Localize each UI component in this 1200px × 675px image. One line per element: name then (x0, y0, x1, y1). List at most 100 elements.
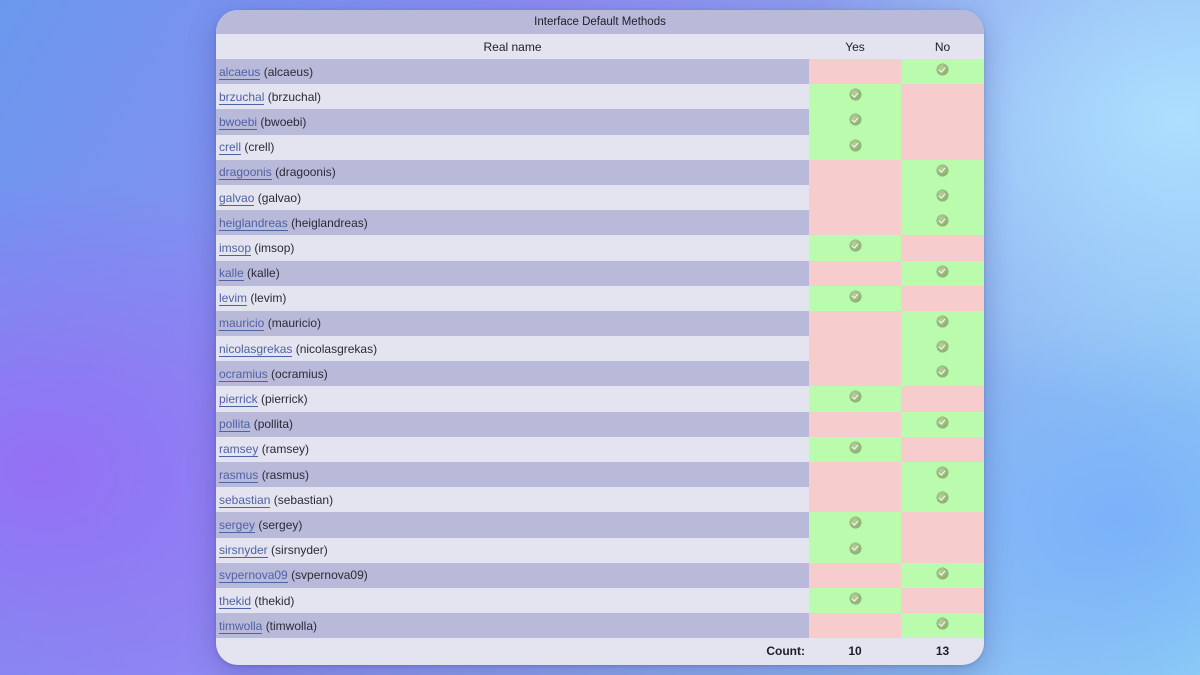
voter-realname: (brzuchal) (267, 89, 322, 104)
check-circle-icon (849, 89, 861, 101)
table-row: ocramius (ocramius) (216, 361, 984, 387)
table-row: kalle (kalle) (216, 260, 984, 286)
voter-username-link[interactable]: sebastian (219, 492, 271, 508)
table-row: thekid (thekid) (216, 587, 984, 614)
table-row: sirsnyder (sirsnyder) (216, 537, 984, 563)
column-header-no: No (901, 34, 984, 59)
voter-realname: (mauricio) (267, 316, 322, 331)
voter-username-link[interactable]: imsop (219, 240, 252, 256)
no-count: 13 (901, 638, 984, 664)
voter-cell: ocramius (ocramius) (216, 361, 809, 387)
voter-realname: (heiglandreas) (291, 215, 368, 230)
voter-cell: imsop (imsop) (216, 235, 809, 261)
vote-cell-no (901, 562, 984, 588)
voter-username-link[interactable]: kalle (219, 266, 244, 282)
vote-cell-yes (809, 587, 901, 614)
vote-cell-no (901, 487, 984, 513)
voter-realname: (sebastian) (273, 492, 334, 507)
voter-cell: svpernova09 (svpernova09) (216, 562, 809, 588)
vote-cell-yes (809, 613, 901, 639)
vote-cell-yes (809, 336, 901, 362)
vote-cell-no (901, 84, 984, 110)
check-circle-icon (849, 114, 861, 126)
voter-username-link[interactable]: brzuchal (219, 89, 265, 105)
vote-cell-yes (809, 411, 901, 437)
vote-cell-no (901, 512, 984, 538)
table-row: sergey (sergey) (216, 512, 984, 538)
vote-cell-no (901, 260, 984, 286)
check-circle-icon (849, 517, 861, 529)
vote-cell-yes (809, 235, 901, 261)
voter-realname: (kalle) (247, 266, 280, 281)
table-row: rasmus (rasmus) (216, 462, 984, 488)
voter-realname: (galvao) (257, 190, 302, 205)
check-circle-icon (937, 64, 948, 75)
voter-username-link[interactable]: sirsnyder (219, 543, 268, 559)
voter-username-link[interactable]: nicolasgrekas (219, 341, 293, 357)
check-circle-icon (937, 189, 948, 201)
voter-username-link[interactable]: mauricio (219, 316, 265, 332)
voter-username-link[interactable]: ocramius (219, 366, 268, 382)
vote-cell-no (901, 436, 984, 462)
voter-realname: (ramsey) (261, 442, 310, 457)
check-circle-icon (937, 215, 948, 227)
voter-cell: sebastian (sebastian) (216, 487, 809, 513)
check-circle-icon (849, 441, 861, 453)
table-row: levim (levim) (216, 285, 984, 311)
vote-cell-no (901, 537, 984, 563)
vote-cell-no (901, 336, 984, 362)
voter-cell: rasmus (rasmus) (216, 462, 809, 488)
voter-realname: (timwolla) (265, 618, 318, 633)
table-row: heiglandreas (heiglandreas) (216, 210, 984, 236)
check-circle-icon (937, 265, 948, 277)
vote-cell-yes (809, 386, 901, 412)
voter-username-link[interactable]: thekid (219, 593, 252, 609)
voter-realname: (thekid) (254, 593, 295, 608)
vote-cell-no (901, 235, 984, 261)
check-circle-icon (937, 164, 948, 176)
voter-username-link[interactable]: alcaeus (219, 64, 261, 80)
table-row: pollita (pollita) (216, 411, 984, 437)
voter-cell: kalle (kalle) (216, 260, 809, 286)
column-header-yes: Yes (809, 34, 901, 59)
table-row: alcaeus (alcaeus) (216, 59, 984, 85)
voter-username-link[interactable]: svpernova09 (219, 568, 288, 584)
voter-username-link[interactable]: pierrick (219, 392, 258, 408)
vote-cell-no (901, 134, 984, 160)
voter-realname: (imsop) (254, 240, 295, 255)
voter-username-link[interactable]: galvao (219, 190, 255, 206)
voter-username-link[interactable]: levim (219, 291, 248, 307)
check-circle-icon (937, 416, 948, 428)
vote-cell-no (901, 285, 984, 311)
check-circle-icon (849, 139, 861, 151)
voter-username-link[interactable]: heiglandreas (219, 215, 288, 231)
voter-username-link[interactable]: crell (219, 140, 242, 156)
voter-username-link[interactable]: pollita (219, 417, 251, 433)
check-circle-icon (937, 315, 948, 327)
voter-realname: (sergey) (258, 517, 303, 532)
poll-title: Interface Default Methods (216, 10, 984, 34)
vote-cell-yes (809, 487, 901, 513)
voter-username-link[interactable]: dragoonis (219, 165, 272, 181)
check-circle-icon (849, 240, 861, 252)
voter-realname: (nicolasgrekas) (295, 341, 378, 356)
vote-cell-yes (809, 159, 901, 185)
voter-cell: pollita (pollita) (216, 411, 809, 437)
vote-cell-no (901, 210, 984, 236)
voter-username-link[interactable]: timwolla (219, 618, 263, 634)
vote-cell-no (901, 587, 984, 614)
vote-cell-yes (809, 260, 901, 286)
table-row: mauricio (mauricio) (216, 310, 984, 337)
voter-username-link[interactable]: bwoebi (219, 114, 258, 130)
table-row: timwolla (timwolla) (216, 613, 984, 639)
voter-username-link[interactable]: ramsey (219, 442, 259, 458)
header-row: Real name Yes No (216, 34, 984, 59)
vote-cell-yes (809, 59, 901, 85)
voter-username-link[interactable]: sergey (219, 517, 256, 533)
table-row: svpernova09 (svpernova09) (216, 562, 984, 588)
voter-username-link[interactable]: rasmus (219, 467, 259, 483)
check-circle-icon (849, 391, 861, 403)
voter-realname: (alcaeus) (263, 64, 314, 79)
vote-cell-no (901, 462, 984, 488)
vote-cell-yes (809, 109, 901, 135)
